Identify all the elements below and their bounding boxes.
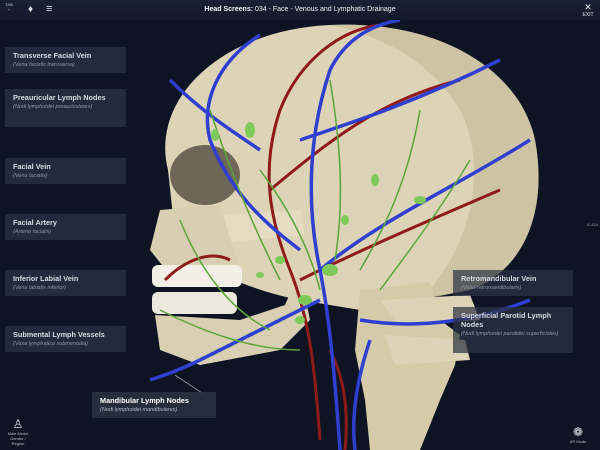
model-selector-button[interactable]: ♙ Male Model Gender / Region <box>4 417 32 446</box>
exit-label: EXIT <box>582 12 594 18</box>
label-retromandibular-vein[interactable]: Retromandibular Vein (Vena retromandibul… <box>453 270 573 296</box>
label-superficial-parotid-lymph-nodes[interactable]: Superficial Parotid Lymph Nodes (Nodi ly… <box>453 307 573 353</box>
structure-latin: (Vena facialis) <box>13 173 48 179</box>
structure-latin: (Nodi lymphoidei parotidei superficiales… <box>461 331 559 337</box>
top-bar: TAB + ♦ ≡ Head Screens: 034 - Face - Ven… <box>0 0 600 20</box>
close-icon: ✕ <box>584 2 592 12</box>
label-mandibular-lymph-nodes[interactable]: Mandibular Lymph Nodes (Nodi lymphoidei … <box>92 392 216 418</box>
cube-icon: ❁ <box>572 425 584 439</box>
lymph-node <box>256 272 264 278</box>
structure-name: Preauricular Lymph Nodes <box>13 93 106 102</box>
structure-name: Facial Artery <box>13 218 57 227</box>
label-inferior-labial-vein[interactable]: Inferior Labial Vein (Vena labialis infe… <box>5 270 126 296</box>
page-title-detail: 034 - Face - Venous and Lymphatic Draina… <box>253 6 396 13</box>
lymph-node <box>295 316 305 324</box>
page-title: Head Screens: 034 - Face - Venous and Ly… <box>0 6 600 13</box>
lymph-node <box>414 196 426 204</box>
label-submental-lymph-vessels[interactable]: Submental Lymph Vessels (Vasa lymphatica… <box>5 326 126 352</box>
lymph-node <box>371 174 379 186</box>
ar-mode-label: AR Mode <box>569 439 587 444</box>
model-sublabel: Gender / Region <box>10 436 26 446</box>
exit-button[interactable]: ✕ EXIT <box>580 2 596 19</box>
structure-latin: (Vena labialis inferior) <box>13 285 66 291</box>
lymph-node <box>275 256 285 264</box>
structure-name: Submental Lymph Vessels <box>13 330 105 339</box>
structure-latin: (Vasa lymphatica submentalia) <box>13 341 88 347</box>
structure-name: Mandibular Lymph Nodes <box>100 396 189 405</box>
label-transverse-facial-vein[interactable]: Transverse Facial Vein (Vena facialis tr… <box>5 47 126 73</box>
structure-name: Inferior Labial Vein <box>13 274 79 283</box>
structure-name: Superficial Parotid Lymph Nodes <box>461 311 552 329</box>
ar-mode-button[interactable]: ❁ AR Mode <box>566 425 590 444</box>
teeth-upper <box>152 265 242 287</box>
structure-latin: (Vena retromandibularis) <box>461 285 522 291</box>
structure-latin: (Arteria facialis) <box>13 229 52 235</box>
structure-name: Facial Vein <box>13 162 51 171</box>
lymph-node <box>298 295 312 305</box>
structure-latin: (Nodi lymphoidei mandibulares) <box>100 407 178 413</box>
lymph-node <box>245 122 255 138</box>
side-readout: E-424 <box>587 222 598 227</box>
label-facial-vein[interactable]: Facial Vein (Vena facialis) <box>5 158 126 184</box>
lymph-node <box>211 129 219 141</box>
page-title-section: Head Screens: <box>204 6 254 13</box>
structure-latin: (Nodi lymphoidei preauriculares) <box>13 104 93 110</box>
structure-name: Transverse Facial Vein <box>13 51 92 60</box>
label-preauricular-lymph-nodes[interactable]: Preauricular Lymph Nodes (Nodi lymphoide… <box>5 89 126 127</box>
label-facial-artery[interactable]: Facial Artery (Arteria facialis) <box>5 214 126 240</box>
structure-latin: (Vena facialis transversa) <box>13 62 75 68</box>
person-icon: ♙ <box>12 417 24 431</box>
structure-name: Retromandibular Vein <box>461 274 537 283</box>
lymph-node <box>322 264 338 276</box>
lymph-node <box>341 215 349 225</box>
